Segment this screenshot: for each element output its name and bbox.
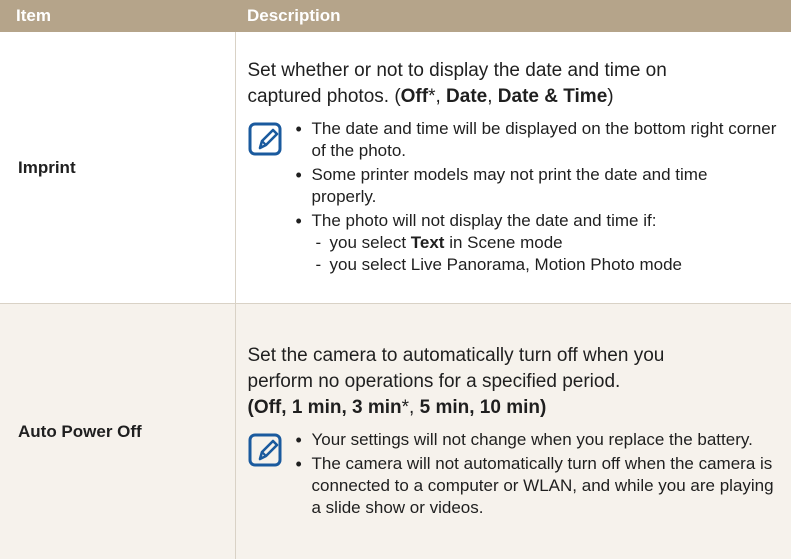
apo-option-10min: 10 min: [480, 397, 540, 418]
imprint-option-date-time: Date & Time: [498, 86, 607, 107]
apo-para-line1: Set the camera to automatically turn off…: [248, 345, 665, 366]
imprint-option-off: Off: [401, 86, 428, 107]
table-header-row: Item Description: [0, 0, 791, 32]
item-imprint: Imprint: [0, 32, 235, 304]
auto-power-off-note: Your settings will not change when you r…: [248, 429, 778, 521]
apo-separator: ,: [341, 397, 352, 418]
header-description: Description: [235, 0, 791, 32]
imprint-close-paren: ): [607, 86, 613, 107]
sub-text-bold: Text: [411, 233, 445, 252]
apo-option-off: Off: [254, 397, 281, 418]
note-pencil-icon: [248, 122, 284, 158]
imprint-note-list: The date and time will be displayed on t…: [296, 118, 778, 278]
settings-table: Item Description Imprint Set whether or …: [0, 0, 791, 559]
imprint-note-item: The photo will not display the date and …: [296, 210, 778, 276]
apo-option-3min: 3 min: [352, 397, 402, 418]
apo-note-item: The camera will not automatically turn o…: [296, 453, 778, 519]
apo-note-item: Your settings will not change when you r…: [296, 429, 778, 451]
apo-close-paren: ): [540, 397, 546, 418]
imprint-sub-item: you select Text in Scene mode: [312, 232, 778, 254]
imprint-para-line2: captured photos. (: [248, 86, 401, 107]
description-imprint: Set whether or not to display the date a…: [235, 32, 791, 304]
auto-power-off-paragraph: Set the camera to automatically turn off…: [248, 343, 778, 421]
sub-text: you select: [330, 233, 411, 252]
sub-text: in Scene mode: [444, 233, 562, 252]
note-pencil-icon: [248, 433, 284, 469]
imprint-note-item: Some printer models may not print the da…: [296, 164, 778, 208]
imprint-separator: ,: [487, 86, 498, 107]
imprint-para-line1: Set whether or not to display the date a…: [248, 60, 667, 81]
header-item: Item: [0, 0, 235, 32]
imprint-paragraph: Set whether or not to display the date a…: [248, 58, 778, 110]
item-auto-power-off: Auto Power Off: [0, 304, 235, 559]
description-auto-power-off: Set the camera to automatically turn off…: [235, 304, 791, 559]
apo-separator: ,: [281, 397, 292, 418]
apo-separator: ,: [469, 397, 480, 418]
apo-option-5min: 5 min: [420, 397, 470, 418]
imprint-sub-item: you select Live Panorama, Motion Photo m…: [312, 254, 778, 276]
apo-default-mark: *,: [402, 397, 420, 418]
auto-power-off-note-list: Your settings will not change when you r…: [296, 429, 778, 521]
imprint-sub-list: you select Text in Scene mode you select…: [312, 232, 778, 276]
apo-para-line2: perform no operations for a specified pe…: [248, 371, 621, 392]
imprint-note: The date and time will be displayed on t…: [248, 118, 778, 278]
apo-option-1min: 1 min: [292, 397, 342, 418]
imprint-option-date: Date: [446, 86, 487, 107]
imprint-note-text: The photo will not display the date and …: [312, 211, 657, 230]
table-row-imprint: Imprint Set whether or not to display th…: [0, 32, 791, 304]
imprint-note-item: The date and time will be displayed on t…: [296, 118, 778, 162]
table-row-auto-power-off: Auto Power Off Set the camera to automat…: [0, 304, 791, 559]
imprint-default-mark: *,: [428, 86, 446, 107]
